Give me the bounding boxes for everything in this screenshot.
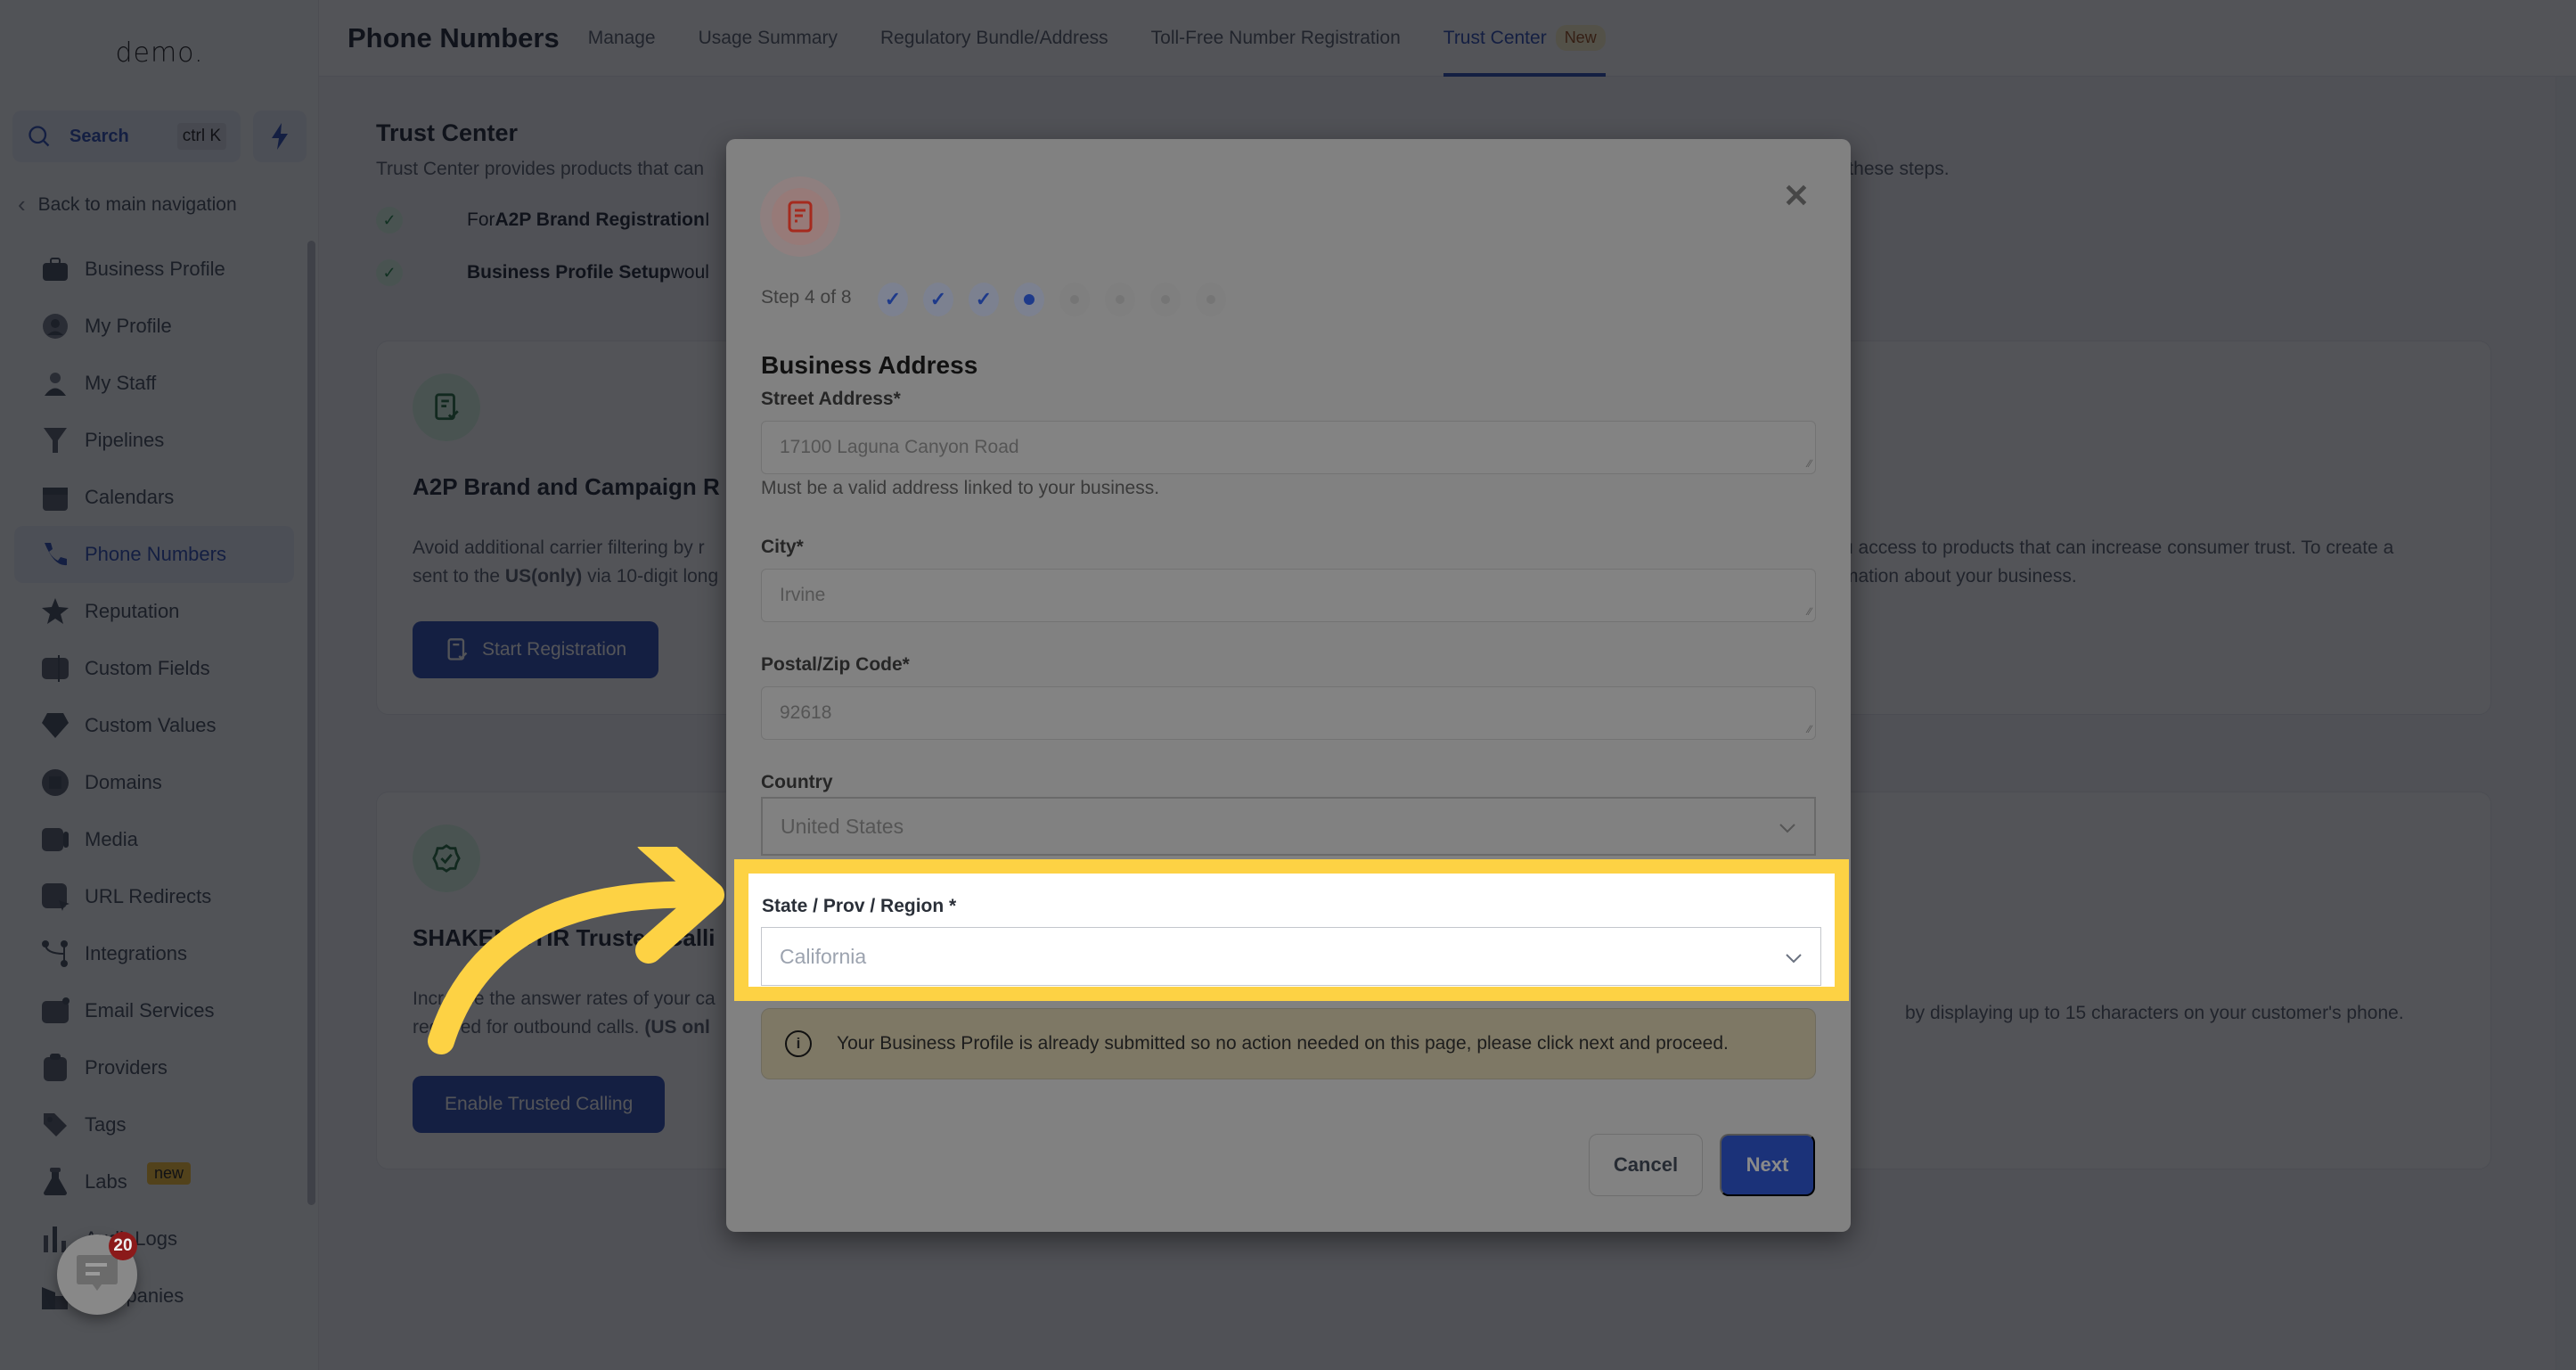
next-button[interactable]: Next xyxy=(1720,1134,1815,1196)
info-alert: i Your Business Profile is already submi… xyxy=(761,1008,1816,1079)
street-address-label: Street Address* xyxy=(761,389,901,409)
chevron-down-icon xyxy=(1779,815,1796,839)
country-label: Country xyxy=(761,772,833,792)
step-progress: ✓ ✓ ✓ xyxy=(878,283,1241,316)
step-indicator-text: Step 4 of 8 xyxy=(761,287,852,308)
document-icon xyxy=(788,201,813,233)
step-current-dot xyxy=(1014,283,1044,316)
highlight-frame: State / Prov / Region * California xyxy=(734,859,1849,1001)
close-icon[interactable]: ✕ xyxy=(1783,180,1810,212)
chat-icon xyxy=(77,1255,118,1291)
street-address-input[interactable]: 17100 Laguna Canyon Road ∕∕ xyxy=(761,421,1816,474)
resize-handle-icon[interactable]: ∕∕ xyxy=(1808,457,1811,470)
cancel-button[interactable]: Cancel xyxy=(1589,1134,1703,1196)
country-select[interactable]: United States xyxy=(761,797,1816,856)
step-completed-check-icon: ✓ xyxy=(969,283,999,316)
postal-code-label: Postal/Zip Code* xyxy=(761,654,910,675)
info-icon: i xyxy=(785,1030,812,1057)
postal-code-input[interactable]: 92618 ∕∕ xyxy=(761,686,1816,740)
step-pending-dot xyxy=(1105,283,1135,316)
state-label: State / Prov / Region * xyxy=(762,896,957,916)
step-completed-check-icon: ✓ xyxy=(923,283,953,316)
state-select[interactable]: California xyxy=(761,927,1821,986)
city-label: City* xyxy=(761,537,804,557)
resize-handle-icon[interactable]: ∕∕ xyxy=(1808,605,1811,618)
business-address-modal: ✕ Step 4 of 8 ✓ ✓ ✓ Business Address Stree… xyxy=(726,139,1851,1232)
step-pending-dot xyxy=(1059,283,1090,316)
step-pending-dot xyxy=(1150,283,1181,316)
city-input[interactable]: Irvine ∕∕ xyxy=(761,569,1816,622)
step-completed-check-icon: ✓ xyxy=(878,283,908,316)
annotation-arrow-icon xyxy=(428,847,724,1054)
resize-handle-icon[interactable]: ∕∕ xyxy=(1808,723,1811,735)
chevron-down-icon xyxy=(1785,945,1803,969)
section-title: Business Address xyxy=(761,351,978,379)
street-address-help: Must be a valid address linked to your b… xyxy=(761,478,1160,498)
modal-icon xyxy=(760,176,840,257)
step-pending-dot xyxy=(1196,283,1226,316)
notification-count-badge: 20 xyxy=(109,1232,137,1260)
